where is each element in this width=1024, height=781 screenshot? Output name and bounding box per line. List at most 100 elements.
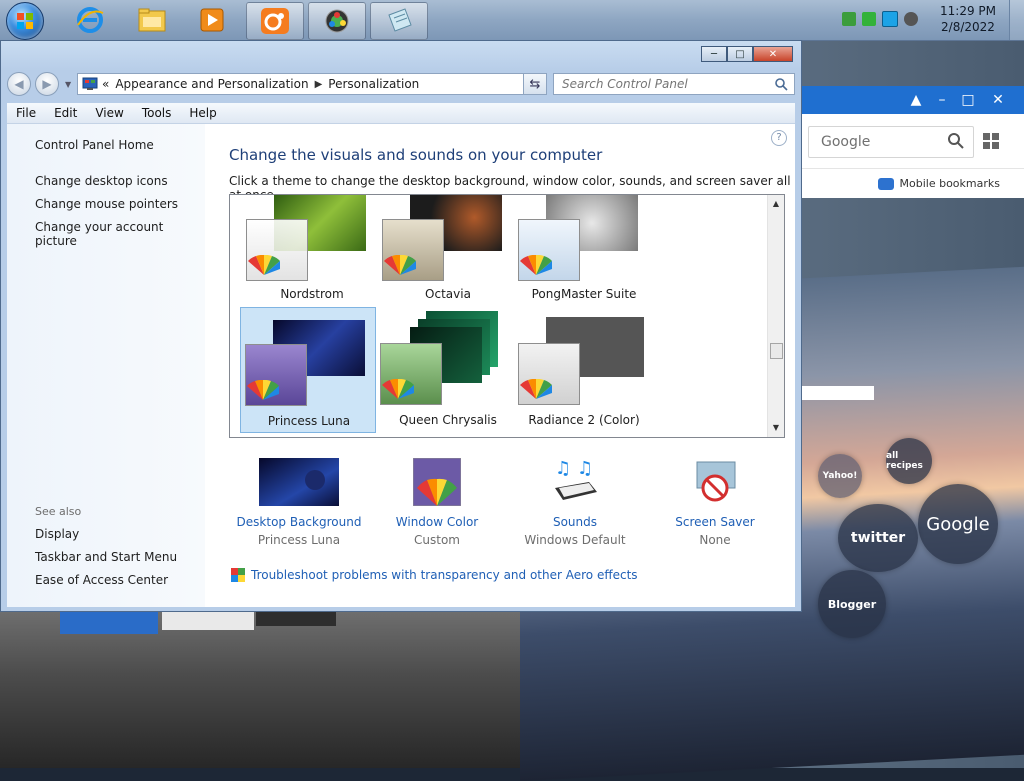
menu-file[interactable]: File — [7, 106, 45, 120]
maximize-icon[interactable]: □ — [958, 90, 978, 110]
search-input[interactable] — [560, 74, 774, 94]
taskbar-clock[interactable]: 11:29 PM 2/8/2022 — [936, 3, 1000, 35]
theme-name: Queen Chrysalis — [399, 413, 497, 427]
uc-browser-taskbar-button[interactable] — [246, 2, 304, 40]
apps-grid-icon[interactable] — [982, 132, 1000, 150]
ease-of-access-link[interactable]: Ease of Access Center — [35, 573, 168, 587]
mobile-bookmarks-label: Mobile bookmarks — [899, 177, 1000, 190]
display-link[interactable]: Display — [35, 527, 79, 541]
sounds-value: Windows Default — [524, 533, 626, 547]
refresh-icon: ⇆ — [529, 76, 541, 92]
scroll-down-icon[interactable]: ▼ — [771, 423, 781, 433]
browser-window[interactable]: ▲ – □ ✕ Google Mobile bookmarks — [800, 86, 1024, 198]
color-fan-icon — [247, 380, 279, 400]
control-panel-home-link[interactable]: Control Panel Home — [35, 138, 154, 152]
monitor-tray-icon[interactable] — [882, 11, 898, 27]
theme-nordstrom[interactable]: Nordstrom — [244, 195, 380, 307]
window-color-label[interactable]: Window Color — [367, 515, 507, 529]
flag-tray-icon[interactable] — [862, 12, 876, 26]
security-icon[interactable] — [842, 12, 856, 26]
desktop-background-value: Princess Luna — [257, 533, 341, 547]
menu-view[interactable]: View — [86, 106, 132, 120]
speed-dial-search[interactable] — [800, 386, 874, 400]
troubleshoot-icon — [231, 568, 245, 582]
speed-dial-yahoo[interactable]: Yahoo! — [818, 454, 862, 498]
close-icon[interactable]: ✕ — [988, 90, 1008, 110]
scroll-up-icon[interactable]: ▲ — [771, 199, 781, 209]
back-button[interactable]: ◀ — [7, 72, 31, 96]
troubleshoot-link[interactable]: Troubleshoot problems with transparency … — [231, 568, 638, 582]
notepad-taskbar-button[interactable] — [370, 2, 428, 40]
window-thumbnail-dark — [256, 612, 336, 626]
theme-list[interactable]: Nordstrom Octavia PongMaster Suite Princ… — [229, 194, 785, 438]
scrollbar-thumb[interactable] — [770, 343, 783, 359]
breadcrumb-appearance[interactable]: Appearance and Personalization — [115, 77, 308, 91]
file-explorer-taskbar-button[interactable] — [124, 2, 180, 38]
troubleshoot-label[interactable]: Troubleshoot problems with transparency … — [251, 568, 638, 582]
speed-dial-google[interactable]: Google — [918, 484, 998, 564]
change-desktop-icons-link[interactable]: Change desktop icons — [35, 174, 168, 188]
breadcrumb-prefix[interactable]: « — [102, 77, 109, 91]
speed-dial-blogger[interactable]: Blogger — [818, 570, 886, 638]
window-thumbnail-white — [162, 612, 254, 630]
show-desktop-button[interactable] — [1009, 0, 1024, 40]
speed-dial-label: Yahoo! — [822, 471, 858, 481]
theme-pongmaster-suite[interactable]: PongMaster Suite — [516, 195, 652, 307]
screen-saver-item[interactable]: Screen Saver None — [645, 458, 785, 547]
change-mouse-pointers-link[interactable]: Change mouse pointers — [35, 197, 178, 211]
back-arrow-icon: ◀ — [14, 77, 24, 91]
minimize-icon[interactable]: – — [932, 90, 952, 110]
minimize-button[interactable]: ─ — [701, 46, 727, 62]
breadcrumb-separator-icon[interactable]: ▶ — [315, 79, 323, 90]
change-account-picture-link[interactable]: Change your account picture — [35, 220, 205, 248]
maximize-button[interactable]: □ — [727, 46, 753, 62]
color-fan-icon — [248, 255, 280, 275]
sounds-item[interactable]: ♫ ♫ Sounds Windows Default — [505, 458, 645, 547]
menu-edit[interactable]: Edit — [45, 106, 86, 120]
screen-saver-label[interactable]: Screen Saver — [645, 515, 785, 529]
theme-octavia[interactable]: Octavia — [380, 195, 516, 307]
navigation-bar: ◀ ▶ ▼ « Appearance and Personalization ▶… — [7, 71, 797, 99]
control-panel-small-icon — [82, 77, 98, 90]
window-color-value: Custom — [414, 533, 460, 547]
search-box[interactable] — [553, 73, 795, 95]
speed-dial-twitter[interactable]: twitter — [838, 504, 918, 572]
help-icon[interactable]: ? — [771, 130, 787, 146]
desktop-background-item[interactable]: Desktop Background Princess Luna — [229, 458, 369, 547]
desktop-background-label[interactable]: Desktop Background — [229, 515, 369, 529]
close-icon: ✕ — [768, 48, 778, 60]
mobile-bookmarks-link[interactable]: Mobile bookmarks — [800, 168, 1024, 198]
close-button[interactable]: ✕ — [753, 46, 793, 62]
refresh-button[interactable]: ⇆ — [523, 73, 547, 95]
clock-time: 11:29 PM — [940, 4, 996, 18]
forward-button[interactable]: ▶ — [35, 72, 59, 96]
window-color-icon — [412, 457, 462, 507]
internet-explorer-taskbar-button[interactable] — [62, 2, 118, 38]
breadcrumb-personalization[interactable]: Personalization — [328, 77, 419, 91]
window-color-item[interactable]: Window Color Custom — [367, 457, 507, 547]
theme-radiance-2-color[interactable]: Radiance 2 (Color) — [516, 307, 652, 433]
taskbar-start-menu-link[interactable]: Taskbar and Start Menu — [35, 550, 177, 564]
speed-dial: all recipes Yahoo! Google twitter Blogge… — [800, 198, 1024, 768]
page-title: Change the visuals and sounds on your co… — [229, 146, 603, 164]
search-icon[interactable] — [947, 132, 965, 150]
theme-list-scrollbar[interactable]: ▲ ▼ — [767, 195, 784, 437]
search-icon[interactable] — [774, 77, 788, 91]
browser-search-box[interactable]: Google — [808, 126, 974, 158]
menu-tools[interactable]: Tools — [133, 106, 181, 120]
sounds-label[interactable]: Sounds — [505, 515, 645, 529]
address-bar[interactable]: « Appearance and Personalization ▶ Perso… — [77, 73, 547, 95]
color-fan-icon — [520, 379, 552, 399]
media-player-taskbar-button[interactable] — [184, 2, 240, 38]
browser-titlebar[interactable]: ▲ – □ ✕ — [800, 86, 1024, 114]
control-panel-taskbar-button[interactable] — [308, 2, 366, 40]
windows-flag-icon — [17, 13, 33, 29]
shirt-icon[interactable]: ▲ — [906, 90, 926, 110]
speed-dial-allrecipes[interactable]: all recipes — [886, 438, 932, 484]
menu-help[interactable]: Help — [180, 106, 225, 120]
recent-pages-dropdown[interactable]: ▼ — [65, 80, 73, 89]
start-button[interactable] — [6, 2, 44, 40]
theme-queen-chrysalis[interactable]: Queen Chrysalis — [380, 307, 516, 433]
volume-icon[interactable] — [904, 12, 918, 26]
theme-princess-luna[interactable]: Princess Luna — [240, 307, 376, 433]
